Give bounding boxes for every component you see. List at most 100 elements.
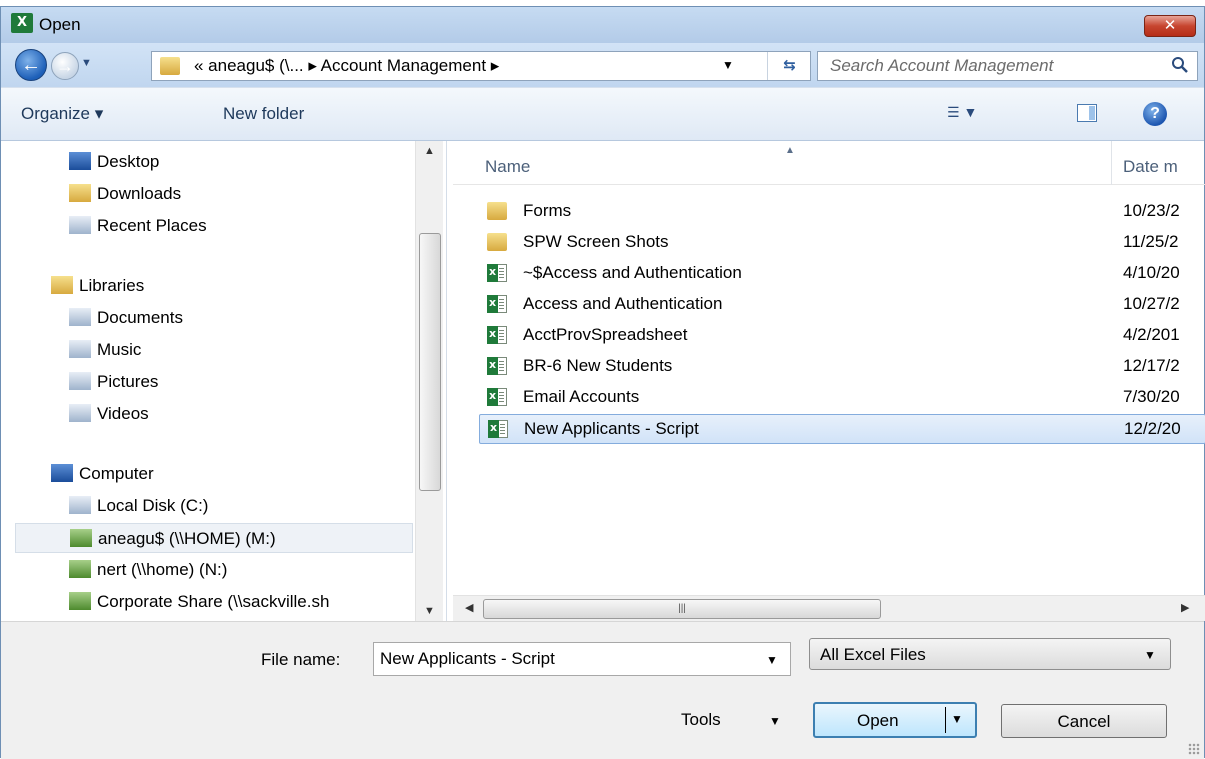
nav-item[interactable]: Music (1, 335, 411, 365)
nav-item[interactable]: Libraries (1, 271, 411, 301)
nav-item[interactable]: Corporate Share (\\sackville.sh (1, 587, 411, 617)
open-options-dropdown[interactable]: ▼ (951, 712, 963, 726)
arrow-right-icon: → (56, 56, 74, 76)
close-button[interactable]: ✕ (1144, 15, 1196, 37)
nav-item[interactable]: Downloads (1, 179, 411, 209)
breadcrumb[interactable]: « aneagu$ (\... ▸ Account Management ▸ (194, 56, 499, 76)
nav-item[interactable]: Videos (1, 399, 411, 429)
refresh-button[interactable]: ⇆ (767, 52, 811, 80)
folder-icon (160, 57, 180, 75)
excel-file-icon (487, 326, 507, 344)
file-name: Forms (523, 201, 572, 220)
pictures-icon (69, 372, 91, 390)
file-name-label: File name: (261, 650, 341, 669)
scroll-thumb[interactable] (419, 233, 441, 491)
organize-button[interactable]: Organize ▾ (21, 104, 103, 124)
nav-item-label: Recent Places (97, 216, 207, 235)
change-view-button[interactable]: ☰ ▼ (947, 104, 987, 124)
search-icon[interactable] (1171, 56, 1189, 74)
excel-file-icon (487, 357, 507, 375)
new-folder-button[interactable]: New folder (223, 104, 304, 124)
navigation-pane: Desktop Downloads Recent Places Libraries Do… (1, 141, 447, 641)
file-row[interactable]: AcctProvSpreadsheet 4/2/201 (479, 321, 1205, 351)
arrow-left-icon: ← (21, 54, 41, 76)
file-date: 7/30/20 (1123, 387, 1180, 406)
open-button[interactable]: Open ▼ (813, 702, 977, 738)
resize-grip-icon[interactable] (1188, 743, 1200, 755)
nav-item[interactable]: aneagu$ (\\HOME) (M:) (15, 523, 413, 553)
file-date: 10/27/2 (1123, 294, 1180, 313)
file-name-combobox[interactable]: ▼ (373, 642, 791, 676)
cancel-button[interactable]: Cancel (1001, 704, 1167, 738)
chevron-down-icon: ▼ (722, 58, 734, 72)
preview-pane-button[interactable] (1077, 104, 1097, 122)
forward-button[interactable]: → (51, 52, 79, 80)
file-name: ~$Access and Authentication (523, 263, 742, 282)
content-area: Desktop Downloads Recent Places Libraries Do… (1, 141, 1205, 641)
chevron-down-icon[interactable]: ▼ (769, 714, 781, 728)
chevron-down-icon[interactable]: ▼ (766, 653, 778, 667)
nav-item[interactable]: Recent Places (1, 211, 411, 241)
file-row[interactable]: SPW Screen Shots 11/25/2 (479, 228, 1205, 258)
horizontal-scrollbar[interactable]: ◀ ||| ▶ (453, 595, 1205, 621)
file-row[interactable]: New Applicants - Script 12/2/20 (479, 414, 1205, 444)
search-box[interactable] (817, 51, 1198, 81)
back-button[interactable]: ← (15, 49, 47, 81)
network-drive-icon (69, 592, 91, 610)
file-type-filter-value: All Excel Files (820, 645, 926, 664)
file-list: ▲ Name Date m Forms 10/23/2 SPW Screen Sho… (453, 141, 1205, 621)
address-bar[interactable]: « aneagu$ (\... ▸ Account Management ▸ ▼… (151, 51, 811, 81)
file-name: New Applicants - Script (524, 419, 699, 438)
folder-icon (487, 233, 507, 251)
nav-item-label: Libraries (79, 276, 145, 295)
file-row[interactable]: ~$Access and Authentication 4/10/20 (479, 259, 1205, 289)
excel-file-icon (487, 264, 507, 282)
nav-item-label: Corporate Share (\\sackville.sh (97, 592, 330, 611)
scroll-up-icon[interactable]: ▲ (424, 145, 435, 157)
nav-item-label: nert (\\home) (N:) (97, 560, 228, 579)
nav-item[interactable]: nert (\\home) (N:) (1, 555, 411, 585)
nav-item[interactable]: Computer (1, 459, 411, 489)
column-header-row: ▲ Name Date m (453, 141, 1205, 185)
videos-icon (69, 404, 91, 422)
file-row[interactable]: Forms 10/23/2 (479, 197, 1205, 227)
file-name: Access and Authentication (523, 294, 723, 313)
music-icon (69, 340, 91, 358)
details-view-icon: ☰ ▼ (947, 104, 978, 120)
nav-item[interactable]: Local Disk (C:) (1, 491, 411, 521)
tools-button[interactable]: Tools (681, 710, 721, 730)
scroll-right-icon[interactable]: ▶ (1181, 601, 1189, 614)
file-name: AcctProvSpreadsheet (523, 325, 688, 344)
address-dropdown-button[interactable]: ▼ (722, 58, 734, 72)
help-icon: ? (1150, 105, 1160, 122)
network-drive-icon (69, 560, 91, 578)
nav-item[interactable]: Desktop (1, 147, 411, 177)
nav-item[interactable]: Pictures (1, 367, 411, 397)
column-separator[interactable] (1111, 141, 1112, 185)
column-header-name[interactable]: Name (485, 157, 530, 177)
file-name: BR-6 New Students (523, 356, 673, 375)
title-bar: X Open ✕ (1, 7, 1204, 43)
scroll-down-icon[interactable]: ▼ (424, 605, 435, 617)
file-row[interactable]: Email Accounts 7/30/20 (479, 383, 1205, 413)
documents-icon (69, 308, 91, 326)
scroll-left-icon[interactable]: ◀ (465, 601, 473, 614)
nav-item-label: Computer (79, 464, 154, 483)
split-divider (945, 707, 946, 733)
nav-item-label: Local Disk (C:) (97, 496, 209, 515)
help-button[interactable]: ? (1143, 102, 1167, 126)
nav-vertical-scrollbar[interactable]: ▲ ▼ (415, 141, 443, 621)
recent-pages-button[interactable]: ▼ (81, 57, 92, 69)
network-drive-icon (70, 529, 92, 547)
column-header-date[interactable]: Date m (1123, 157, 1178, 177)
desktop-icon (69, 152, 91, 170)
file-row[interactable]: Access and Authentication 10/27/2 (479, 290, 1205, 320)
recent-places-icon (69, 216, 91, 234)
file-row[interactable]: BR-6 New Students 12/17/2 (479, 352, 1205, 382)
computer-icon (51, 464, 73, 482)
file-type-filter[interactable]: All Excel Files ▼ (809, 638, 1171, 670)
search-input[interactable] (818, 52, 1158, 80)
file-name-input[interactable] (374, 643, 754, 675)
nav-item[interactable]: Documents (1, 303, 411, 333)
scroll-thumb[interactable]: ||| (483, 599, 881, 619)
